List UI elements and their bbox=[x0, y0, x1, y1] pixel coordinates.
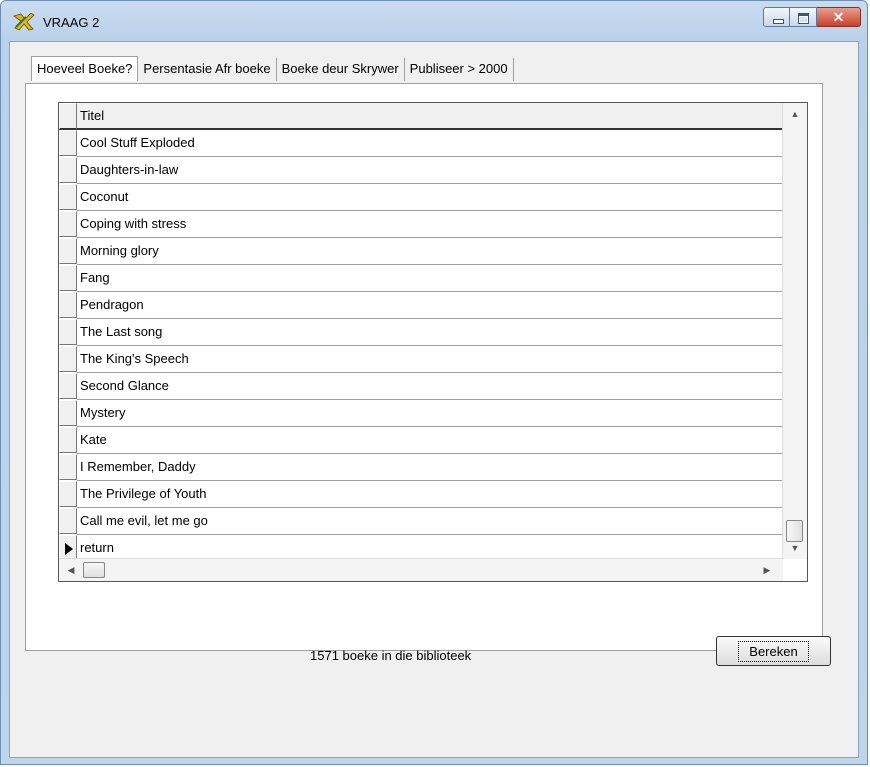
horizontal-scroll-thumb[interactable] bbox=[83, 562, 105, 578]
grid-cell-titel[interactable]: return bbox=[77, 535, 783, 559]
bereken-label: Bereken bbox=[738, 640, 809, 662]
title-bar[interactable]: VRAAG 2 ✕ bbox=[1, 1, 867, 41]
table-row[interactable]: Coconut bbox=[59, 184, 783, 211]
row-indicator[interactable] bbox=[59, 211, 77, 237]
grid-cell-titel[interactable]: Coping with stress bbox=[77, 211, 783, 238]
scroll-down-icon[interactable]: ▼ bbox=[783, 539, 807, 557]
grid-cell-titel[interactable]: The King's Speech bbox=[77, 346, 783, 373]
scroll-right-icon[interactable]: ▶ bbox=[757, 559, 777, 581]
grid-header-row: Titel bbox=[59, 103, 783, 130]
row-indicator[interactable] bbox=[59, 238, 77, 264]
table-row[interactable]: The King's Speech bbox=[59, 346, 783, 373]
row-indicator[interactable] bbox=[59, 157, 77, 183]
grid-rows: Titel Cool Stuff Exploded Daughters-in-la… bbox=[59, 103, 783, 559]
row-indicator[interactable] bbox=[59, 400, 77, 426]
grid-cell-titel[interactable]: I Remember, Daddy bbox=[77, 454, 783, 481]
grid-cell-titel[interactable]: Second Glance bbox=[77, 373, 783, 400]
table-row[interactable]: The Last song bbox=[59, 319, 783, 346]
tab-hoeveel-boeke[interactable]: Hoeveel Boeke? bbox=[31, 56, 139, 81]
row-indicator[interactable] bbox=[59, 292, 77, 318]
row-indicator[interactable] bbox=[59, 454, 77, 480]
grid-cell-titel[interactable]: The Last song bbox=[77, 319, 783, 346]
tab-boeke-deur-skrywer[interactable]: Boeke deur Skrywer bbox=[277, 58, 405, 81]
table-row[interactable]: Pendragon bbox=[59, 292, 783, 319]
table-row[interactable]: Morning glory bbox=[59, 238, 783, 265]
caption-buttons: ✕ bbox=[763, 7, 861, 27]
close-button[interactable]: ✕ bbox=[817, 7, 861, 27]
grid-cell-titel[interactable]: The Privilege of Youth bbox=[77, 481, 783, 508]
row-indicator[interactable] bbox=[59, 130, 77, 156]
maximize-button[interactable] bbox=[790, 7, 817, 27]
row-indicator[interactable] bbox=[59, 427, 77, 453]
row-indicator[interactable] bbox=[59, 535, 77, 559]
book-count-label: 1571 boeke in die biblioteek bbox=[310, 648, 472, 663]
row-indicator[interactable] bbox=[59, 481, 77, 507]
grid-cell-titel[interactable]: Kate bbox=[77, 427, 783, 454]
grid-cell-titel[interactable]: Call me evil, let me go bbox=[77, 508, 783, 535]
app-window: VRAAG 2 ✕ Hoeveel Boeke? Persentasie Afr… bbox=[0, 0, 868, 765]
grid-cell-titel[interactable]: Mystery bbox=[77, 400, 783, 427]
grid-cell-titel[interactable]: Fang bbox=[77, 265, 783, 292]
table-row[interactable]: The Privilege of Youth bbox=[59, 481, 783, 508]
grid-cell-titel[interactable]: Pendragon bbox=[77, 292, 783, 319]
grid-cell-titel[interactable]: Coconut bbox=[77, 184, 783, 211]
scroll-up-icon[interactable]: ▲ bbox=[783, 105, 807, 123]
bereken-button[interactable]: Bereken bbox=[716, 636, 831, 666]
row-indicator[interactable] bbox=[59, 508, 77, 534]
grid-cell-titel[interactable]: Daughters-in-law bbox=[77, 157, 783, 184]
window-title: VRAAG 2 bbox=[43, 15, 100, 30]
vertical-scrollbar[interactable]: ▲ ▼ bbox=[782, 103, 807, 559]
close-icon: ✕ bbox=[832, 9, 845, 25]
table-row[interactable]: Mystery bbox=[59, 400, 783, 427]
current-row-arrow-icon bbox=[65, 543, 73, 555]
row-indicator[interactable] bbox=[59, 373, 77, 399]
row-indicator[interactable] bbox=[59, 265, 77, 291]
table-row[interactable]: Kate bbox=[59, 427, 783, 454]
grid-cell-titel[interactable]: Morning glory bbox=[77, 238, 783, 265]
table-row[interactable]: I Remember, Daddy bbox=[59, 454, 783, 481]
tab-persentasie-afr-boeke[interactable]: Persentasie Afr boeke bbox=[138, 58, 277, 81]
table-row[interactable]: Fang bbox=[59, 265, 783, 292]
column-header-titel[interactable]: Titel bbox=[77, 103, 783, 130]
book-grid[interactable]: Titel Cool Stuff Exploded Daughters-in-la… bbox=[58, 102, 808, 582]
row-indicator[interactable] bbox=[59, 346, 77, 372]
header-indicator bbox=[59, 103, 77, 130]
table-row[interactable]: return bbox=[59, 535, 783, 559]
table-row[interactable]: Daughters-in-law bbox=[59, 157, 783, 184]
minimize-button[interactable] bbox=[763, 7, 790, 27]
table-row[interactable]: Coping with stress bbox=[59, 211, 783, 238]
tab-panel: Titel Cool Stuff Exploded Daughters-in-la… bbox=[25, 83, 831, 666]
row-indicator[interactable] bbox=[59, 184, 77, 210]
row-indicator[interactable] bbox=[59, 319, 77, 345]
table-row[interactable]: Second Glance bbox=[59, 373, 783, 400]
horizontal-scrollbar[interactable]: ◀ ▶ bbox=[59, 558, 783, 581]
scroll-left-icon[interactable]: ◀ bbox=[61, 559, 81, 581]
table-row[interactable]: Call me evil, let me go bbox=[59, 508, 783, 535]
tab-strip: Hoeveel Boeke? Persentasie Afr boeke Boe… bbox=[31, 56, 514, 81]
delphi-app-icon bbox=[13, 13, 35, 31]
tab-publiseer-2000[interactable]: Publiseer > 2000 bbox=[405, 58, 514, 81]
grid-cell-titel[interactable]: Cool Stuff Exploded bbox=[77, 130, 783, 157]
table-row[interactable]: Cool Stuff Exploded bbox=[59, 130, 783, 157]
